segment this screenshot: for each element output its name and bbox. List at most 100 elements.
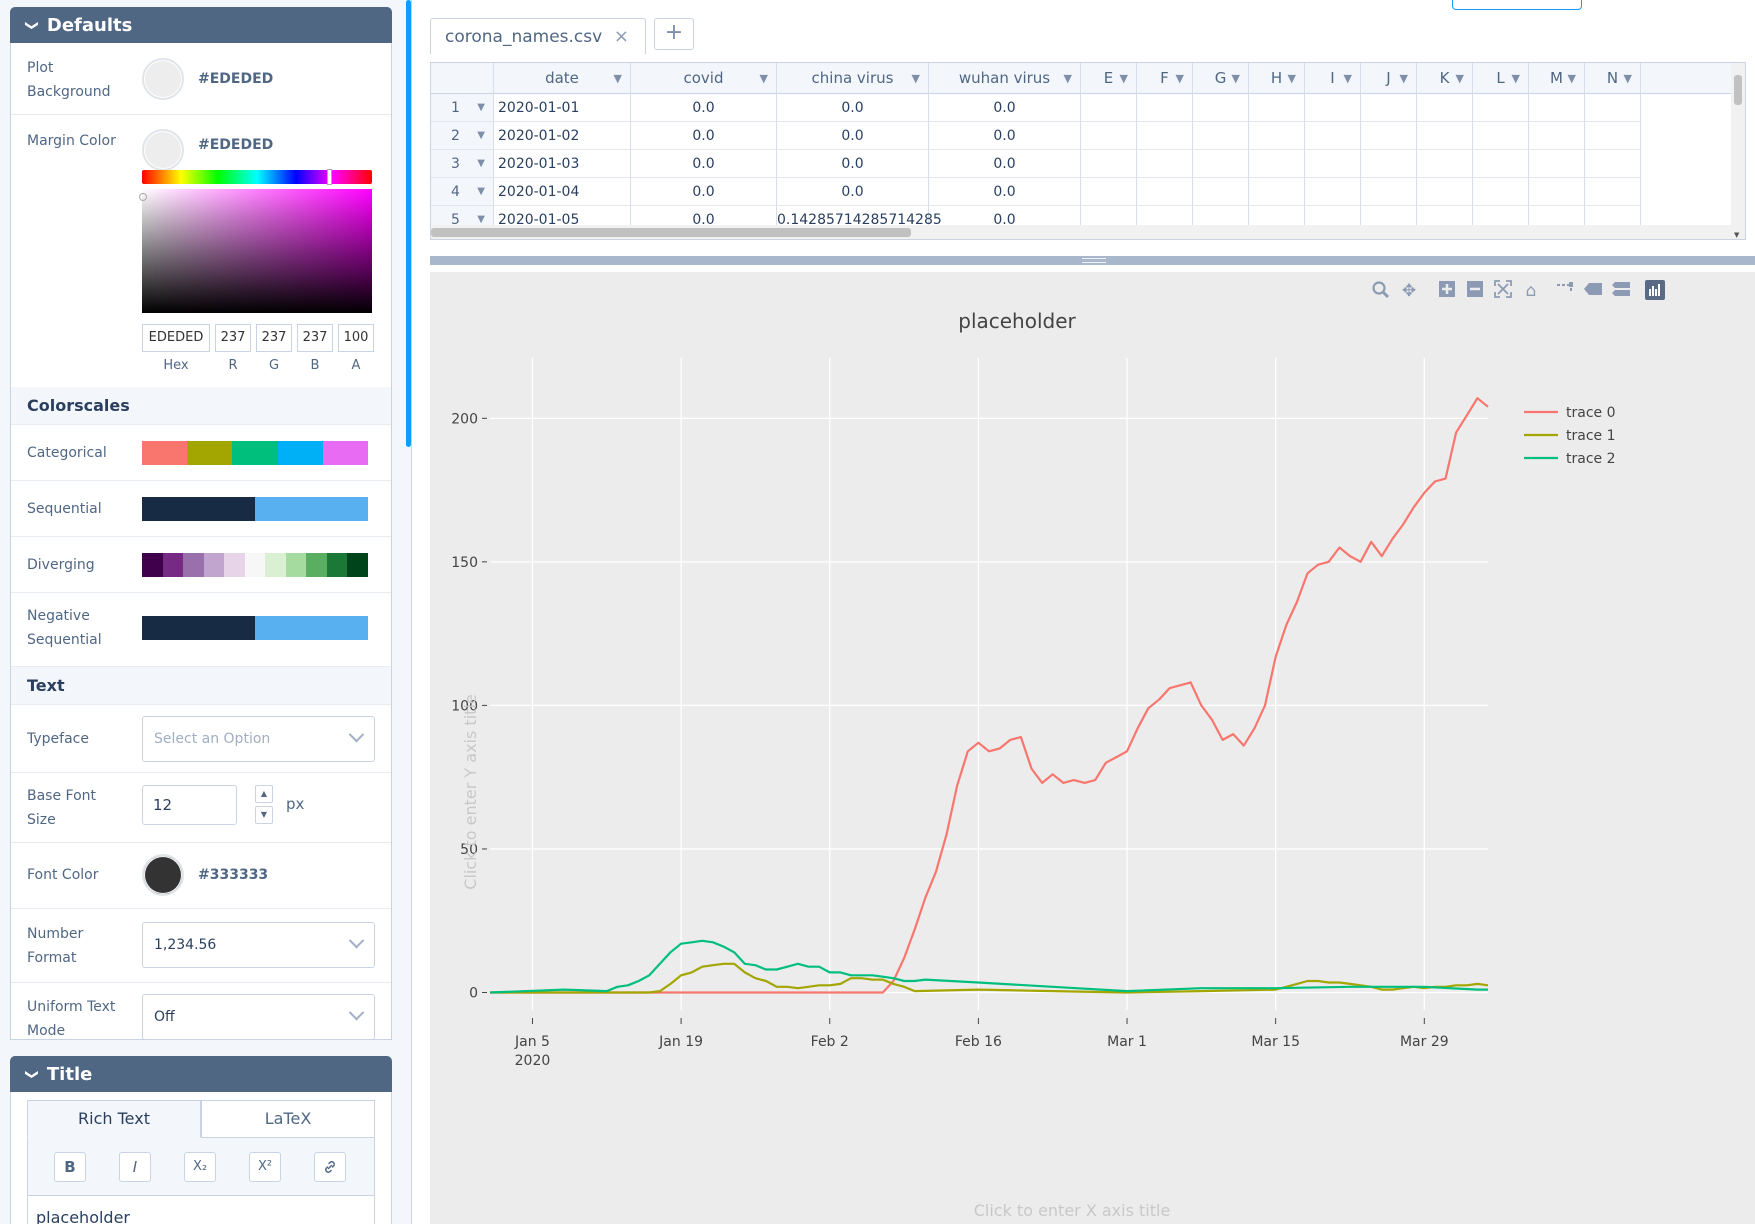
grid-cell[interactable] [1473,178,1529,206]
grid-cell[interactable]: 0.0 [777,122,929,150]
title-fold-header[interactable]: ❯ Title [10,1056,392,1092]
base-font-size-input[interactable]: 12 [142,785,237,825]
grid-cell[interactable]: 2020-01-02 [494,122,631,150]
superscript-button[interactable]: X² [249,1152,281,1182]
row-menu-icon[interactable]: ▼ [477,178,485,206]
margin-color-swatch[interactable] [142,129,184,171]
increment-button[interactable]: ▲ [255,785,273,803]
grid-cell[interactable] [1081,178,1137,206]
column-header[interactable]: J ▼ [1361,63,1417,94]
legend-label[interactable]: trace 0 [1566,405,1616,421]
grid-cell[interactable] [1361,150,1417,178]
grid-cell[interactable] [1305,122,1361,150]
plot-background-hex[interactable]: #EDEDED [198,71,273,87]
diverging-colorscale[interactable] [142,553,369,577]
series-line-trace-0[interactable] [490,397,1489,994]
sequential-colorscale[interactable] [142,497,368,521]
hue-slider[interactable] [142,169,372,185]
font-color-swatch[interactable] [142,854,184,896]
grid-cell[interactable] [1137,122,1193,150]
hue-slider-thumb[interactable] [327,169,332,185]
grid-cell[interactable] [1417,178,1473,206]
column-menu-icon[interactable]: ▼ [1120,63,1128,94]
x-axis-title-placeholder[interactable]: Click to enter X axis title [974,1201,1171,1220]
defaults-fold-header[interactable]: ❯ Defaults [10,7,392,43]
column-menu-icon[interactable]: ▼ [1456,63,1464,94]
grid-cell[interactable] [1473,150,1529,178]
panel-scrollbar[interactable] [406,0,411,447]
legend-label[interactable]: trace 2 [1566,451,1616,467]
column-menu-icon[interactable]: ▼ [1568,63,1576,94]
row-menu-icon[interactable]: ▼ [477,122,485,150]
y-axis-title-placeholder[interactable]: Click to enter Y axis title [461,694,480,889]
column-menu-icon[interactable]: ▼ [1624,63,1632,94]
title-text-editor[interactable]: placeholder [27,1196,375,1224]
subscript-button[interactable]: X₂ [184,1152,216,1182]
grid-cell[interactable]: 0.0 [631,122,777,150]
column-header[interactable]: L ▼ [1473,63,1529,94]
grid-cell[interactable] [1585,150,1641,178]
row-number[interactable]: 4 ▼ [431,178,494,206]
link-button[interactable] [314,1152,346,1182]
grid-cell[interactable] [1417,122,1473,150]
hex-input[interactable]: EDEDED [142,324,210,352]
file-tab[interactable]: corona_names.csv × [430,18,646,54]
grid-cell[interactable] [1193,150,1249,178]
grid-cell[interactable] [1137,94,1193,122]
grid-cell[interactable] [1305,150,1361,178]
negative-sequential-colorscale[interactable] [142,616,368,640]
grid-cell[interactable]: 0.0 [631,150,777,178]
grid-cell[interactable] [1081,150,1137,178]
column-header[interactable]: date ▼ [494,63,631,94]
column-header[interactable]: G ▼ [1193,63,1249,94]
grid-cell[interactable] [1249,94,1305,122]
grid-cell[interactable] [1473,94,1529,122]
row-number[interactable]: 3 ▼ [431,150,494,178]
grid-cell[interactable]: 0.0 [777,178,929,206]
grid-cell[interactable]: 2020-01-01 [494,94,631,122]
grid-cell[interactable] [1529,150,1585,178]
grid-cell[interactable] [1137,178,1193,206]
series-line-trace-1[interactable] [490,962,1489,994]
grid-cell[interactable] [1249,122,1305,150]
grid-cell[interactable] [1529,178,1585,206]
row-number[interactable]: 1 ▼ [431,94,494,122]
typeface-dropdown[interactable]: Select an Option [142,716,375,762]
tab-latex[interactable]: LaTeX [201,1100,375,1138]
grid-cell[interactable]: 0.0 [777,94,929,122]
grid-cell[interactable]: 0.0 [777,150,929,178]
legend-label[interactable]: trace 1 [1566,428,1616,444]
column-menu-icon[interactable]: ▼ [912,63,920,94]
grid-vertical-scrollbar[interactable]: ▼ [1731,63,1745,239]
column-menu-icon[interactable]: ▼ [1176,63,1184,94]
grid-cell[interactable] [1193,122,1249,150]
grid-cell[interactable]: 2020-01-04 [494,178,631,206]
add-tab-button[interactable]: + [654,18,694,50]
categorical-colorscale[interactable] [142,441,369,465]
column-header[interactable]: china virus ▼ [777,63,929,94]
column-header[interactable]: covid ▼ [631,63,777,94]
grid-cell[interactable]: 2020-01-03 [494,150,631,178]
number-format-dropdown[interactable]: 1,234.56 [142,922,375,968]
horizontal-scroll-thumb[interactable] [431,228,911,237]
font-color-hex[interactable]: #333333 [198,867,268,883]
saturation-picker-thumb[interactable] [139,193,147,201]
column-menu-icon[interactable]: ▼ [1288,63,1296,94]
grid-cell[interactable] [1193,178,1249,206]
grid-cell[interactable] [1137,150,1193,178]
tab-rich-text[interactable]: Rich Text [27,1100,201,1138]
grid-cell[interactable] [1473,122,1529,150]
grid-cell[interactable] [1417,94,1473,122]
column-header[interactable]: H ▼ [1249,63,1305,94]
red-input[interactable]: 237 [215,324,251,352]
grid-cell[interactable] [1361,122,1417,150]
row-menu-icon[interactable]: ▼ [477,150,485,178]
column-header[interactable]: N ▼ [1585,63,1641,94]
top-action-button[interactable] [1452,0,1582,10]
plot-background-swatch[interactable] [142,58,184,100]
margin-color-hex[interactable]: #EDEDED [198,137,273,153]
grid-cell[interactable]: 0.0 [929,178,1081,206]
column-menu-icon[interactable]: ▼ [1232,63,1240,94]
grid-cell[interactable] [1249,178,1305,206]
grid-cell[interactable] [1417,150,1473,178]
